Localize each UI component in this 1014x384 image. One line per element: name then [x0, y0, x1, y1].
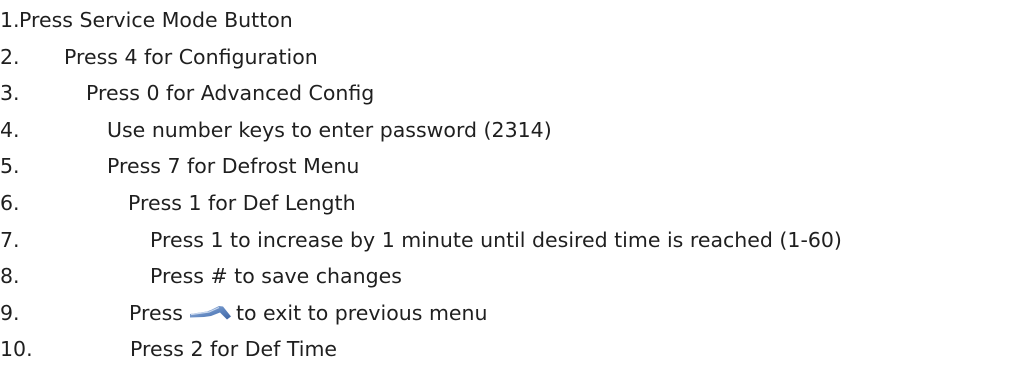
back-arrow-key-icon: [189, 302, 233, 322]
step-text: Press Service Mode Button: [19, 8, 293, 32]
step-item: 4. Use number keys to enter password (23…: [0, 112, 1014, 149]
step-number: 4.: [0, 117, 20, 142]
step-text-before-icon: Press: [129, 300, 183, 325]
step-item: 5. Press 7 for Defrost Menu: [0, 148, 1014, 185]
step-text: Press 2 for Def Time: [130, 337, 338, 362]
step-number: 8.: [0, 264, 20, 289]
step-item: 2. Press 4 for Configuration: [0, 39, 1014, 76]
step-text: Use number keys to enter password (2314): [107, 117, 552, 142]
step-text: Press 7 for Defrost Menu: [107, 154, 360, 179]
step-number: 3.: [0, 81, 20, 106]
step-item: 1. Press Service Mode Button: [0, 2, 1014, 39]
step-text: Press # to save changes: [150, 264, 402, 289]
step-number: 9.: [0, 300, 20, 325]
step-text: Press 4 for Configuration: [64, 44, 318, 69]
step-number: 2.: [0, 44, 20, 69]
step-item: 9. Press to exit to previous menu: [0, 295, 1014, 332]
step-item: 7. Press 1 to increase by 1 minute until…: [0, 222, 1014, 259]
step-number: 6.: [0, 190, 20, 215]
step-item: 10. Press 2 for Def Time: [0, 331, 1014, 368]
step-text: Press 1 to increase by 1 minute until de…: [150, 227, 842, 252]
step-text: Press 1 for Def Length: [128, 190, 356, 215]
step-number: 5.: [0, 154, 20, 179]
step-item: 6. Press 1 for Def Length: [0, 185, 1014, 222]
instruction-list: 1. Press Service Mode Button 2. Press 4 …: [0, 2, 1014, 368]
step-item: 8. Press # to save changes: [0, 258, 1014, 295]
step-text: Press 0 for Advanced Config: [86, 81, 375, 106]
step-text-after-icon: to exit to previous menu: [235, 300, 488, 325]
step-number: 1.: [0, 8, 20, 32]
step-number: 7.: [0, 227, 20, 252]
step-text: Press to exit to previous menu: [129, 295, 488, 332]
step-item: 3. Press 0 for Advanced Config: [0, 75, 1014, 112]
step-number: 10.: [0, 337, 33, 362]
